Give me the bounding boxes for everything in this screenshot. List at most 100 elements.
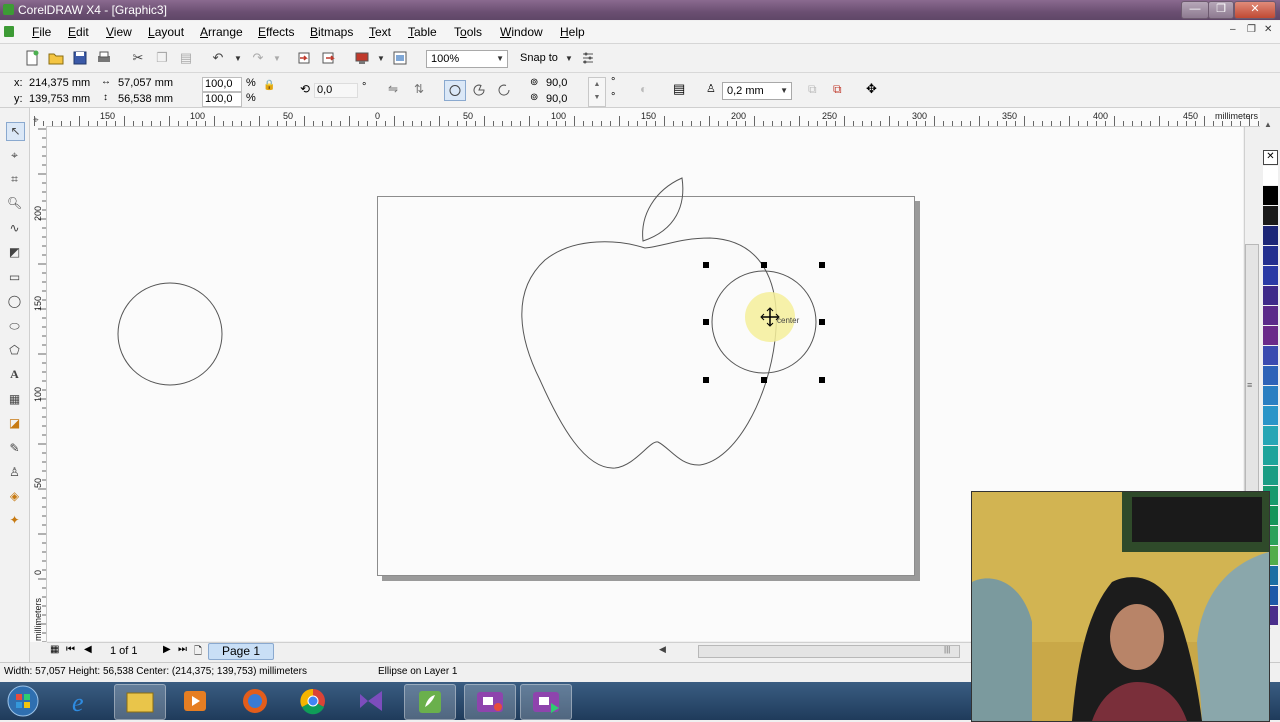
ellipse-tool-icon[interactable]: ◯ bbox=[6, 293, 23, 310]
color-swatch[interactable] bbox=[1263, 266, 1278, 285]
polygon-tool-icon[interactable]: ⬭ bbox=[6, 318, 23, 335]
ellipse-mode-button[interactable] bbox=[444, 80, 466, 101]
start-button[interactable] bbox=[2, 683, 44, 719]
pie-mode-button[interactable] bbox=[470, 82, 488, 101]
menu-tools[interactable]: Tools bbox=[454, 25, 482, 39]
copy-icon[interactable]: ❐ bbox=[154, 50, 170, 66]
mirror-vertical-icon[interactable]: ⇅ bbox=[414, 82, 424, 96]
y-position-field[interactable]: 139,753 mm bbox=[29, 93, 90, 105]
new-icon[interactable] bbox=[24, 50, 40, 66]
horizontal-scrollbar-thumb[interactable] bbox=[698, 645, 960, 658]
color-swatch[interactable] bbox=[1263, 186, 1278, 205]
color-swatch[interactable] bbox=[1263, 366, 1278, 385]
color-swatch[interactable] bbox=[1263, 166, 1278, 185]
outline-tool-icon[interactable]: ♙ bbox=[6, 464, 23, 481]
doc-restore-icon[interactable]: ❐ bbox=[1247, 24, 1256, 35]
fill-tool-icon[interactable]: ◈ bbox=[6, 488, 23, 505]
scroll-left-icon[interactable]: ◀ bbox=[659, 644, 666, 655]
mirror-horizontal-icon[interactable]: ⇋ bbox=[388, 82, 398, 96]
media-player-icon[interactable] bbox=[170, 684, 220, 718]
color-swatch[interactable] bbox=[1263, 466, 1278, 485]
doc-close-icon[interactable]: ✕ bbox=[1264, 24, 1272, 35]
last-page-icon[interactable]: ⏭ bbox=[178, 644, 187, 655]
freehand-tool-icon[interactable]: ∿ bbox=[6, 220, 23, 237]
scale-x-field[interactable]: 100,0 bbox=[202, 77, 242, 92]
snap-to-label[interactable]: Snap to bbox=[520, 52, 558, 64]
menu-text[interactable]: Text bbox=[369, 25, 391, 39]
x-position-field[interactable]: 214,375 mm bbox=[29, 77, 90, 89]
color-swatch[interactable] bbox=[1263, 426, 1278, 445]
app-launcher-icon[interactable] bbox=[354, 50, 370, 66]
print-icon[interactable] bbox=[96, 50, 112, 66]
color-swatch[interactable] bbox=[1263, 246, 1278, 265]
height-field[interactable]: 56,538 mm bbox=[118, 93, 173, 105]
menu-help[interactable]: Help bbox=[560, 25, 585, 39]
basic-shapes-tool-icon[interactable]: ⬠ bbox=[6, 342, 23, 359]
interactive-fill-tool-icon[interactable]: ✦ bbox=[6, 512, 23, 529]
scale-y-field[interactable]: 100,0 bbox=[202, 92, 242, 107]
internet-explorer-icon[interactable]: e bbox=[58, 684, 108, 718]
document-icon[interactable] bbox=[4, 26, 14, 37]
color-swatch[interactable] bbox=[1263, 286, 1278, 305]
zoom-level-dropdown[interactable]: 100% ▼ bbox=[426, 50, 508, 68]
menu-view[interactable]: View bbox=[106, 25, 132, 39]
save-icon[interactable] bbox=[72, 50, 88, 66]
page-tab[interactable]: Page 1 bbox=[208, 643, 274, 660]
visual-studio-icon[interactable] bbox=[346, 684, 396, 718]
shape-tool-icon[interactable]: ⌖ bbox=[6, 147, 23, 164]
lock-ratio-icon[interactable]: 🔒 bbox=[263, 80, 275, 91]
width-field[interactable]: 57,057 mm bbox=[118, 77, 173, 89]
import-icon[interactable] bbox=[296, 50, 312, 66]
color-swatch[interactable] bbox=[1263, 406, 1278, 425]
color-swatch[interactable] bbox=[1263, 446, 1278, 465]
coreldraw-icon[interactable] bbox=[404, 684, 456, 720]
menu-edit[interactable]: Edit bbox=[68, 25, 89, 39]
next-page-icon[interactable]: ▶ bbox=[163, 644, 171, 655]
options-icon[interactable] bbox=[580, 50, 596, 66]
text-tool-icon[interactable]: A bbox=[6, 366, 23, 383]
angle-spinner[interactable]: ▲ ▼ bbox=[588, 77, 606, 107]
menu-bitmaps[interactable]: Bitmaps bbox=[310, 25, 353, 39]
export-icon[interactable] bbox=[320, 50, 336, 66]
start-angle-field[interactable]: 90,0 bbox=[546, 77, 567, 89]
color-swatch[interactable] bbox=[1263, 386, 1278, 405]
color-swatch[interactable] bbox=[1263, 346, 1278, 365]
wrap-text-icon[interactable]: ▤ bbox=[673, 81, 685, 97]
smart-fill-tool-icon[interactable]: ◩ bbox=[6, 244, 23, 261]
maximize-button[interactable]: ❐ bbox=[1208, 1, 1234, 19]
palette-scroll-up-icon[interactable]: ▲ bbox=[1264, 120, 1272, 129]
menu-table[interactable]: Table bbox=[408, 25, 437, 39]
undo-icon[interactable]: ↶ bbox=[210, 50, 226, 66]
rotation-field[interactable]: 0,0 bbox=[314, 83, 358, 98]
video-recorder-icon[interactable] bbox=[464, 684, 516, 720]
welcome-screen-icon[interactable] bbox=[392, 50, 408, 66]
redo-icon[interactable]: ↷ bbox=[250, 50, 266, 66]
color-swatch[interactable] bbox=[1263, 206, 1278, 225]
menu-effects[interactable]: Effects bbox=[258, 25, 294, 39]
redo-dropdown-arrow[interactable]: ▼ bbox=[273, 54, 281, 63]
paste-icon[interactable]: ▤ bbox=[178, 50, 194, 66]
to-back-icon[interactable]: ⧉ bbox=[833, 82, 842, 97]
app-launcher-dropdown-arrow[interactable]: ▼ bbox=[377, 54, 385, 63]
convert-to-curves-icon[interactable]: ✥ bbox=[866, 81, 877, 97]
interactive-blend-tool-icon[interactable]: ◪ bbox=[6, 415, 23, 432]
close-button[interactable]: ✕ bbox=[1234, 1, 1276, 19]
coreldraw-app-icon[interactable] bbox=[3, 4, 14, 15]
direction-icon[interactable]: ◐ bbox=[640, 82, 647, 96]
color-swatch[interactable] bbox=[1263, 326, 1278, 345]
doc-minimize-icon[interactable]: – bbox=[1230, 24, 1236, 35]
page-corner-icon[interactable]: ▦ bbox=[50, 644, 59, 655]
cut-icon[interactable]: ✂ bbox=[130, 50, 146, 66]
previous-page-icon[interactable]: ◀ bbox=[84, 644, 92, 655]
firefox-icon[interactable] bbox=[230, 684, 280, 718]
zoom-tool-icon[interactable]: 🔍︎ bbox=[6, 195, 23, 212]
color-swatch[interactable] bbox=[1263, 226, 1278, 245]
chrome-icon[interactable] bbox=[288, 684, 338, 718]
add-page-icon[interactable]: 🗋 bbox=[194, 644, 202, 661]
to-front-icon[interactable]: ⧉ bbox=[808, 82, 817, 97]
menu-window[interactable]: Window bbox=[500, 25, 543, 39]
eyedropper-tool-icon[interactable]: ✎ bbox=[6, 440, 23, 457]
vertical-ruler[interactable] bbox=[30, 126, 47, 642]
table-tool-icon[interactable]: ▦ bbox=[6, 391, 23, 408]
crop-tool-icon[interactable]: ⌗ bbox=[6, 171, 23, 188]
